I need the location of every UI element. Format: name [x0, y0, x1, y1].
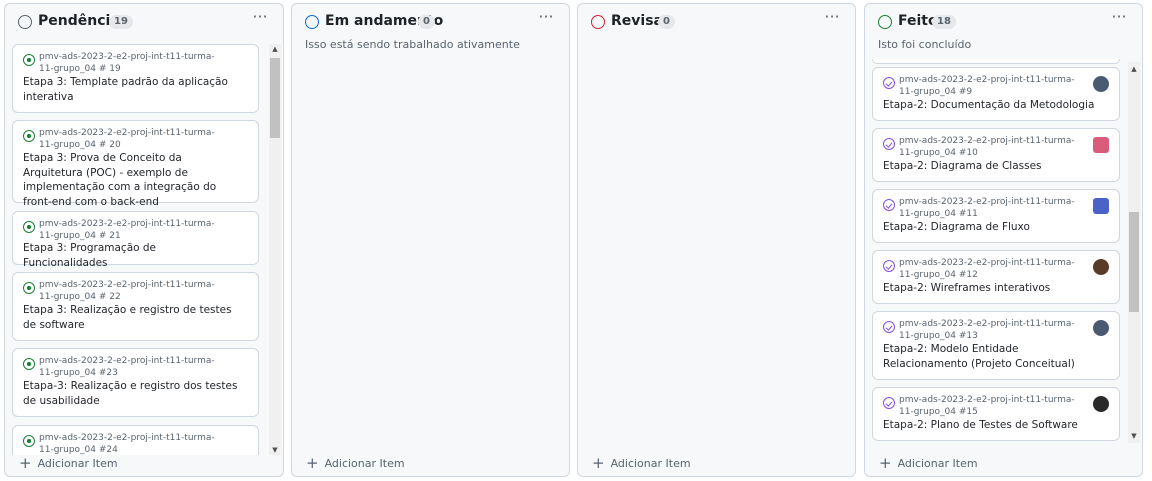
issue-closed-icon — [883, 138, 895, 150]
column-footer: + Adicionar Item — [5, 444, 283, 476]
issue-card[interactable]: pmv-ads-2023-2-e2-proj-int-t11-turma-11-… — [12, 44, 259, 113]
column-pendencias: Pendências 19 ··· pmv-ads-2023-2-e2-proj… — [4, 3, 284, 477]
issue-closed-icon — [883, 321, 895, 333]
issue-open-icon — [23, 54, 35, 66]
issue-closed-icon — [883, 199, 895, 211]
status-in-progress-icon — [305, 15, 319, 29]
card-title[interactable]: Etapa-3: Realização e registro dos teste… — [23, 379, 243, 408]
card-title[interactable]: Etapa-2: Diagrama de Classes — [883, 159, 1103, 174]
avatar[interactable] — [1093, 320, 1109, 336]
card-title[interactable]: Etapa 3: Template padrão da aplicação in… — [23, 75, 243, 104]
issue-card[interactable]: pmv-ads-2023-2-e2-proj-int-t11-turma-11-… — [12, 211, 259, 269]
issue-open-icon — [23, 130, 35, 142]
issue-closed-icon — [883, 397, 895, 409]
issue-card[interactable]: pmv-ads-2023-2-e2-proj-int-t11-turma-11-… — [872, 128, 1120, 182]
scroll-thumb[interactable] — [270, 58, 280, 138]
add-item-button[interactable]: + Adicionar Item — [306, 453, 405, 472]
add-item-button[interactable]: + Adicionar Item — [592, 453, 691, 472]
plus-icon: + — [19, 454, 32, 472]
card-title[interactable]: Etapa-2: Wireframes interativos — [883, 281, 1103, 296]
add-item-button[interactable]: + Adicionar Item — [879, 453, 978, 472]
card-repo-label[interactable]: pmv-ads-2023-2-e2-proj-int-t11-turma-11-… — [899, 257, 1079, 281]
card-repo-label[interactable]: pmv-ads-2023-2-e2-proj-int-t11-turma-11-… — [899, 196, 1079, 220]
card-repo-label[interactable]: pmv-ads-2023-2-e2-proj-int-t11-turma-11-… — [39, 51, 229, 75]
column-header: Revisar 0 ··· — [578, 4, 855, 40]
item-count-badge: 0 — [658, 15, 675, 29]
scrollbar[interactable]: ▲ ▼ — [1128, 62, 1140, 443]
card-title[interactable]: Etapa-2: Plano de Testes de Software — [883, 418, 1103, 433]
issue-card[interactable]: pmv-ads-2023-2-e2-proj-int-t11-turma-11-… — [872, 189, 1120, 243]
item-count-badge: 19 — [109, 15, 133, 29]
issue-card[interactable]: pmv-ads-2023-2-e2-proj-int-t11-turma-11-… — [12, 348, 259, 417]
card-title[interactable]: Etapa-2: Documentação da Metodologia — [883, 98, 1103, 113]
column-description: Isso está sendo trabalhado ativamente — [305, 38, 520, 51]
column-footer: + Adicionar Item — [578, 444, 855, 476]
card-repo-label[interactable]: pmv-ads-2023-2-e2-proj-int-t11-turma-11-… — [899, 318, 1079, 342]
card-repo-label[interactable]: pmv-ads-2023-2-e2-proj-int-t11-turma-11-… — [39, 218, 229, 242]
avatar[interactable] — [1093, 259, 1109, 275]
column-feito: Feito 18 ··· Isto foi concluído pmv-ads-… — [864, 3, 1143, 477]
card-repo-label[interactable]: pmv-ads-2023-2-e2-proj-int-t11-turma-11-… — [39, 355, 229, 379]
status-review-icon — [591, 15, 605, 29]
column-em-andamento: Em andamento 0 ··· Isso está sendo traba… — [291, 3, 570, 477]
status-todo-icon — [18, 15, 32, 29]
column-footer: + Adicionar Item — [865, 444, 1142, 476]
scroll-up-arrow[interactable]: ▲ — [269, 44, 281, 54]
add-item-label: Adicionar Item — [324, 457, 405, 470]
avatar[interactable] — [1093, 198, 1109, 214]
scroll-thumb[interactable] — [1129, 212, 1139, 312]
issue-card[interactable]: pmv-ads-2023-2-e2-proj-int-t11-turma-11-… — [12, 120, 259, 208]
item-count-badge: 0 — [418, 15, 435, 29]
card-partial — [872, 59, 1120, 64]
kebab-menu-icon[interactable]: ··· — [535, 9, 557, 29]
issue-open-icon — [23, 221, 35, 233]
column-footer: + Adicionar Item — [292, 444, 569, 476]
status-done-icon — [878, 15, 892, 29]
card-title[interactable]: Etapa 3: Programação de Funcionalidades — [23, 241, 243, 270]
card-repo-label[interactable]: pmv-ads-2023-2-e2-proj-int-t11-turma-11-… — [39, 127, 229, 151]
add-item-label: Adicionar Item — [897, 457, 978, 470]
kebab-menu-icon[interactable]: ··· — [821, 9, 843, 29]
scroll-down-arrow[interactable]: ▼ — [1128, 431, 1140, 441]
issue-closed-icon — [883, 77, 895, 89]
card-repo-label[interactable]: pmv-ads-2023-2-e2-proj-int-t11-turma-11-… — [899, 135, 1079, 159]
kebab-menu-icon[interactable]: ··· — [249, 9, 271, 29]
plus-icon: + — [306, 454, 319, 472]
scrollbar[interactable]: ▲ ▼ — [269, 44, 281, 455]
column-revisar: Revisar 0 ··· + Adicionar Item — [577, 3, 856, 477]
issue-open-icon — [23, 282, 35, 294]
card-title[interactable]: Etapa 3: Realização e registro de testes… — [23, 303, 243, 332]
scroll-up-arrow[interactable]: ▲ — [1128, 64, 1140, 74]
plus-icon: + — [879, 454, 892, 472]
issue-card[interactable]: pmv-ads-2023-2-e2-proj-int-t11-turma-11-… — [872, 387, 1120, 441]
plus-icon: + — [592, 454, 605, 472]
card-repo-label[interactable]: pmv-ads-2023-2-e2-proj-int-t11-turma-11-… — [899, 74, 1079, 98]
add-item-button[interactable]: + Adicionar Item — [19, 453, 118, 472]
column-description: Isto foi concluído — [878, 38, 972, 51]
add-item-label: Adicionar Item — [37, 457, 118, 470]
card-repo-label[interactable]: pmv-ads-2023-2-e2-proj-int-t11-turma-11-… — [39, 279, 229, 303]
kebab-menu-icon[interactable]: ··· — [1108, 9, 1130, 29]
issue-closed-icon — [883, 260, 895, 272]
issue-card[interactable]: pmv-ads-2023-2-e2-proj-int-t11-turma-11-… — [872, 67, 1120, 121]
issue-card[interactable]: pmv-ads-2023-2-e2-proj-int-t11-turma-11-… — [12, 272, 259, 341]
card-repo-label[interactable]: pmv-ads-2023-2-e2-proj-int-t11-turma-11-… — [899, 394, 1079, 418]
avatar[interactable] — [1093, 76, 1109, 92]
item-count-badge: 18 — [932, 15, 956, 29]
card-title[interactable]: Etapa-2: Diagrama de Fluxo — [883, 220, 1103, 235]
issue-open-icon — [23, 358, 35, 370]
column-header: Feito 18 ··· — [865, 4, 1142, 40]
column-header: Pendências 19 ··· — [5, 4, 283, 40]
avatar[interactable] — [1093, 137, 1109, 153]
column-header: Em andamento 0 ··· — [292, 4, 569, 40]
card-title[interactable]: Etapa-2: Modelo Entidade Relacionamento … — [883, 342, 1103, 371]
avatar[interactable] — [1093, 396, 1109, 412]
issue-card[interactable]: pmv-ads-2023-2-e2-proj-int-t11-turma-11-… — [872, 311, 1120, 380]
issue-card[interactable]: pmv-ads-2023-2-e2-proj-int-t11-turma-11-… — [872, 250, 1120, 304]
card-title[interactable]: Etapa 3: Prova de Conceito da Arquitetur… — [23, 151, 243, 209]
add-item-label: Adicionar Item — [610, 457, 691, 470]
